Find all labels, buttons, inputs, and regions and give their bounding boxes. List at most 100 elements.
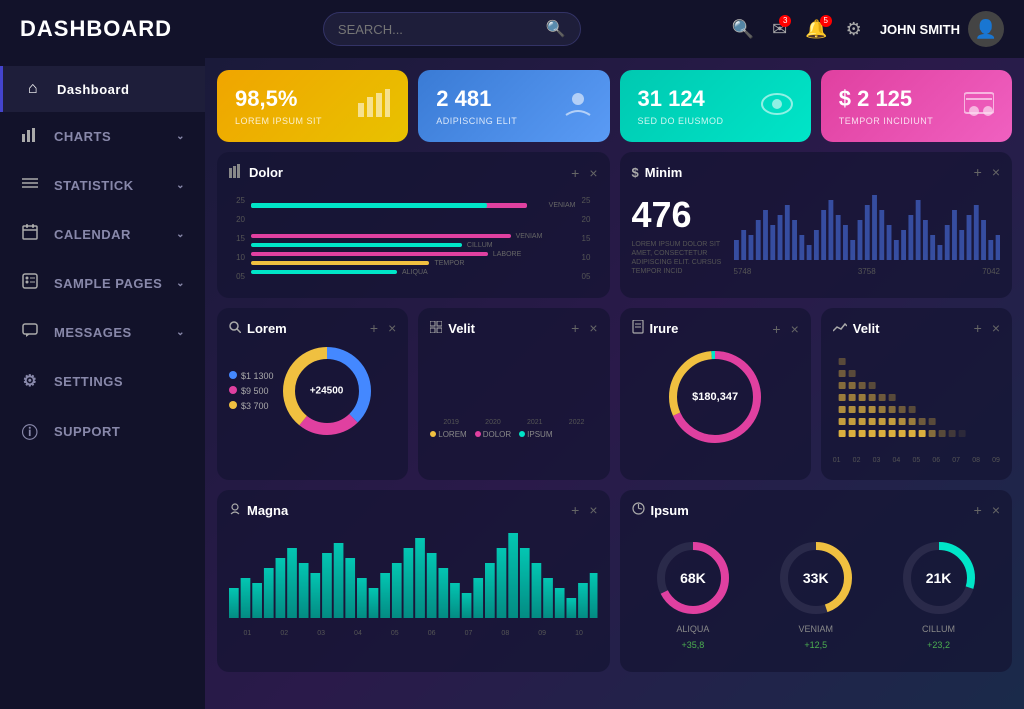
settings-gear-icon: ⚙	[20, 371, 40, 391]
dolor-card-actions: + ×	[571, 165, 597, 181]
lorem-close-button[interactable]: ×	[388, 320, 396, 336]
stat-label-1: LOREM IPSUM SIT	[235, 116, 322, 126]
irure-close-button[interactable]: ×	[791, 321, 799, 337]
search-bar[interactable]: 🔍	[323, 12, 581, 46]
velit-dot-close-button[interactable]: ×	[992, 320, 1000, 336]
minim-add-button[interactable]: +	[974, 164, 982, 180]
stat-label-2: ADIPISCING ELIT	[436, 116, 517, 126]
velit-xlabel-2: 2020	[485, 419, 501, 426]
lorem-add-button[interactable]: +	[370, 320, 378, 336]
bell-icon[interactable]: 🔔 5	[805, 19, 827, 40]
minim-label-3: 7042	[982, 267, 1000, 276]
velit-bar-actions: + ×	[571, 320, 597, 336]
sidebar-label-dashboard: Dashboard	[57, 82, 129, 97]
dolor-chart-card: Dolor + × 2520151005	[217, 152, 610, 298]
ipsum-close-button[interactable]: ×	[992, 502, 1000, 518]
sidebar-item-charts[interactable]: CHARTS ⌄	[0, 112, 205, 161]
dolor-add-button[interactable]: +	[571, 165, 579, 181]
minim-icon: $	[632, 165, 639, 180]
ipsum-card-title: Ipsum	[632, 502, 689, 518]
chevron-down-icon-5: ⌄	[176, 327, 185, 338]
velit-dot-chart-card: Velit + ×	[821, 308, 1012, 480]
magna-xlabel-7: 07	[465, 630, 473, 637]
stat-value-3: 31 124	[638, 86, 724, 112]
lorem-chart-card: Lorem + × $1 1300 $9 500 $3 700	[217, 308, 408, 480]
dolor-icon	[229, 164, 243, 181]
magna-xlabel-2: 02	[280, 630, 288, 637]
minim-content: 476 LOREM IPSUM DOLOR SIT AMET, CONSECTE…	[632, 190, 1001, 276]
minim-close-button[interactable]: ×	[992, 164, 1000, 180]
gauge-cillum: 21K CILLUM +23,2	[899, 538, 979, 650]
irure-icon	[632, 320, 644, 337]
stat-card-3[interactable]: 31 124 SED DO EIUSMOD	[620, 70, 811, 142]
stat-value-2: 2 481	[436, 86, 517, 112]
magna-close-button[interactable]: ×	[589, 502, 597, 518]
support-icon: ⓘ	[20, 419, 40, 443]
stat-label-4: TEMPOR INCIDIUNT	[839, 116, 934, 126]
sidebar-item-sample-pages[interactable]: SAMPLE PAGES ⌄	[0, 259, 205, 308]
minim-chart-card: $ Minim + × 476 LOREM IPSUM DOLOR SIT AM…	[620, 152, 1013, 298]
velit-xlabel-4: 2022	[569, 419, 585, 426]
stat-card-4[interactable]: $ 2 125 TEMPOR INCIDIUNT	[821, 70, 1012, 142]
ipsum-gauges: 68K ALIQUA +35,8	[632, 528, 1001, 660]
ipsum-card-actions: + ×	[974, 502, 1000, 518]
search-icon: 🔍	[546, 19, 566, 39]
lorem-legend-1: $1 1300	[229, 371, 274, 381]
irure-center: $180,347	[692, 391, 738, 403]
stat-icon-3	[761, 90, 793, 122]
dolor-close-button[interactable]: ×	[589, 165, 597, 181]
velit-xlabel-1: 2019	[443, 419, 459, 426]
search-header-icon[interactable]: 🔍	[732, 19, 754, 40]
sidebar-item-calendar[interactable]: CALENDAR ⌄	[0, 210, 205, 259]
sidebar-item-messages[interactable]: MESSAGES ⌄	[0, 308, 205, 357]
velit-bar-close-button[interactable]: ×	[589, 320, 597, 336]
magna-card-title: Magna	[229, 503, 288, 518]
dolor-chart: 2520151005 VENIAM VENIAM CILLUM LABORE	[229, 191, 598, 286]
sidebar-label-messages: MESSAGES	[54, 325, 132, 340]
ipsum-card-header: Ipsum + ×	[632, 502, 1001, 518]
lorem-card-header: Lorem + ×	[229, 320, 396, 336]
minim-card-header: $ Minim + ×	[632, 164, 1001, 180]
settings-icon[interactable]: ⚙	[846, 19, 862, 40]
mail-icon[interactable]: ✉ 3	[772, 19, 787, 40]
sidebar-item-dashboard[interactable]: ⌂ Dashboard	[0, 66, 205, 112]
main-layout: ⌂ Dashboard CHARTS ⌄ STATISTICK ⌄ CALEND…	[0, 58, 1024, 709]
stat-cards: 98,5% LOREM IPSUM SIT 2 481 ADIPISCING E…	[217, 70, 1012, 142]
sidebar-item-settings[interactable]: ⚙ SETTINGS	[0, 357, 205, 405]
minim-value: 476	[632, 194, 722, 236]
sidebar-item-support[interactable]: ⓘ SUPPORT	[0, 405, 205, 457]
statistick-icon	[20, 175, 40, 196]
stat-value-4: $ 2 125	[839, 86, 934, 112]
velit-bar-chart-card: Velit + ×	[418, 308, 609, 480]
stat-value-1: 98,5%	[235, 86, 322, 112]
user-name: JOHN SMITH	[880, 22, 960, 37]
chevron-down-icon-2: ⌄	[176, 180, 185, 191]
minim-card-actions: + ×	[974, 164, 1000, 180]
lorem-legend-2: $9 500	[229, 386, 274, 396]
search-input[interactable]	[338, 22, 538, 37]
minim-label-1: 5748	[734, 267, 752, 276]
chevron-down-icon: ⌄	[176, 131, 185, 142]
chevron-down-icon-3: ⌄	[176, 229, 185, 240]
velit-dot-add-button[interactable]: +	[974, 320, 982, 336]
sidebar-item-statistick[interactable]: STATISTICK ⌄	[0, 161, 205, 210]
ipsum-add-button[interactable]: +	[974, 502, 982, 518]
velit-bar-add-button[interactable]: +	[571, 320, 579, 336]
velit-xlabel-3: 2021	[527, 419, 543, 426]
header: DASHBOARD 🔍 🔍 ✉ 3 🔔 5 ⚙ JOHN SMITH 👤	[0, 0, 1024, 58]
stat-label-3: SED DO EIUSMOD	[638, 116, 724, 126]
magna-add-button[interactable]: +	[571, 502, 579, 518]
gauge-aliqua: 68K ALIQUA +35,8	[653, 538, 733, 650]
user-profile[interactable]: JOHN SMITH 👤	[880, 11, 1004, 47]
irure-add-button[interactable]: +	[772, 321, 780, 337]
magna-xlabel-1: 01	[244, 630, 252, 637]
charts-icon	[20, 126, 40, 147]
irure-donut: $180,347	[632, 347, 799, 447]
magna-card-header: Magna + ×	[229, 502, 598, 518]
stat-card-2[interactable]: 2 481 ADIPISCING ELIT	[418, 70, 609, 142]
magna-xlabel-8: 08	[501, 630, 509, 637]
velit-legend: LOREM DOLOR IPSUM	[430, 430, 597, 439]
sidebar-label-charts: CHARTS	[54, 129, 111, 144]
stat-card-1[interactable]: 98,5% LOREM IPSUM SIT	[217, 70, 408, 142]
magna-xlabel-9: 09	[538, 630, 546, 637]
